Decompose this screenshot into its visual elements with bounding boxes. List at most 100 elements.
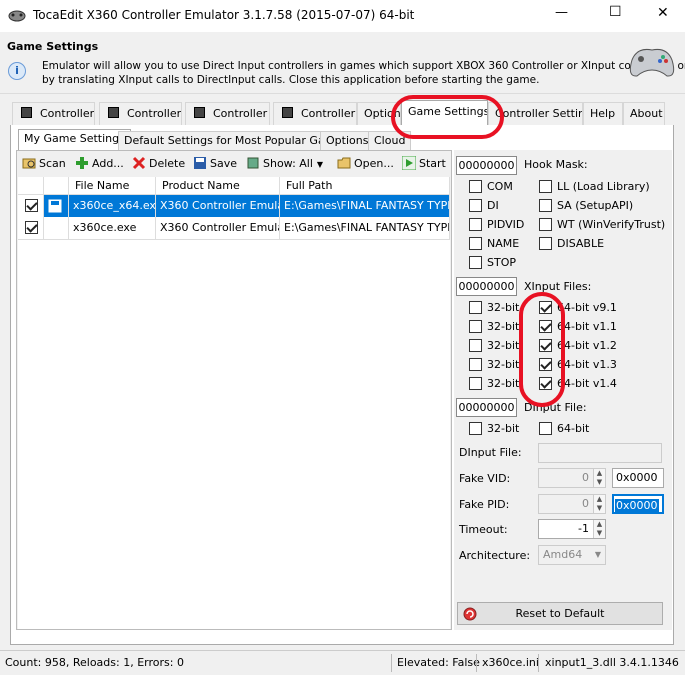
add-button[interactable]: Add... — [75, 155, 124, 173]
reset-to-default-button[interactable]: Reset to Default — [457, 602, 663, 625]
scan-label: Scan — [39, 157, 66, 170]
column-header-full-path[interactable]: Full Path — [280, 177, 450, 195]
save-label: Save — [210, 157, 238, 170]
subtab-my-game-settings[interactable]: My Game Settings — [18, 129, 131, 151]
fake-vid-hex-input[interactable]: 0x0000 — [612, 468, 664, 488]
row-enabled-checkbox[interactable] — [25, 199, 38, 212]
start-button[interactable]: Start — [402, 155, 446, 173]
fake-pid-spinner[interactable]: ▲ ▼ — [593, 495, 605, 513]
dinput-file-input[interactable] — [538, 443, 662, 463]
open-label: Open... — [354, 157, 394, 170]
hook-mask-field[interactable]: 00000000 — [456, 156, 517, 175]
xinput-32bit-checkbox-1[interactable] — [469, 301, 482, 314]
close-button[interactable]: ✕ — [657, 5, 669, 21]
fake-pid-label: Fake PID: — [459, 498, 510, 511]
xinput-32bit-label: 32-bit — [487, 301, 520, 314]
tab-controller-1[interactable]: Controller 1 — [12, 102, 95, 125]
tab-label: Controller 4 — [301, 107, 356, 120]
row-full-path: E:\Games\FINAL FANTASY TYPE — [280, 217, 450, 239]
row-file-name: x360ce.exe — [69, 217, 156, 239]
subtab-default-settings[interactable]: Default Settings for Most Popular Games — [118, 131, 354, 151]
column-header-product-name[interactable]: Product Name — [156, 177, 280, 195]
fake-vid-input[interactable]: 0 ▲ ▼ — [538, 468, 606, 488]
column-header-file-name[interactable]: File Name — [69, 177, 156, 195]
header-description-1: Emulator will allow you to use Direct In… — [42, 60, 685, 72]
hook-name-checkbox[interactable] — [469, 237, 482, 250]
chevron-down-icon: ▼ — [594, 550, 601, 559]
architecture-dropdown[interactable]: Amd64 ▼ — [538, 545, 606, 565]
row-icon-cell — [44, 217, 69, 239]
window-title: TocaEdit X360 Controller Emulator 3.1.7.… — [33, 8, 415, 22]
xinput-64bit-label: 64-bit v9.1 — [557, 301, 617, 314]
save-button[interactable]: Save — [193, 155, 237, 173]
xinput-files-label: XInput Files: — [524, 280, 592, 293]
save-icon — [194, 157, 206, 169]
hook-disable-checkbox[interactable] — [539, 237, 552, 250]
minimize-button[interactable]: — — [555, 5, 568, 20]
tab-help[interactable]: Help — [583, 102, 623, 125]
xinput-32bit-label: 32-bit — [487, 320, 520, 333]
timeout-value: -1 — [578, 522, 589, 535]
chevron-down-icon: ▼ — [316, 160, 324, 169]
xinput-mask-field[interactable]: 00000000 — [456, 277, 517, 296]
tab-label: Controller 3 — [213, 107, 269, 120]
dinput-64bit-label: 64-bit — [557, 422, 590, 435]
gamepad-logo-icon — [629, 49, 675, 77]
maximize-button[interactable]: ☐ — [609, 4, 622, 20]
xinput-32bit-checkbox-4[interactable] — [469, 358, 482, 371]
scan-button[interactable]: Scan — [22, 155, 66, 173]
xinput-32bit-label: 32-bit — [487, 339, 520, 352]
row-file-name: x360ce_x64.exe — [69, 195, 156, 217]
row-checkbox-cell — [18, 195, 44, 217]
xinput-32bit-checkbox-2[interactable] — [469, 320, 482, 333]
tab-controller-3[interactable]: Controller 3 — [185, 102, 270, 125]
hook-wt-checkbox[interactable] — [539, 218, 552, 231]
fake-pid-hex-input[interactable]: 0x0000 — [612, 494, 664, 514]
add-label: Add... — [92, 157, 124, 170]
header-title: Game Settings — [7, 40, 99, 53]
row-enabled-checkbox[interactable] — [25, 221, 38, 234]
dinput-mask-field[interactable]: 00000000 — [456, 398, 517, 417]
xinput-64bit-label: 64-bit v1.3 — [557, 358, 617, 371]
fake-vid-label: Fake VID: — [459, 472, 511, 485]
tab-controller-2[interactable]: Controller 2 — [99, 102, 182, 125]
hook-pidvid-label: PIDVID — [487, 218, 525, 231]
hook-stop-checkbox[interactable] — [469, 256, 482, 269]
subtab-options[interactable]: Options — [320, 131, 375, 151]
fake-vid-spinner[interactable]: ▲ ▼ — [593, 469, 605, 487]
reset-icon — [463, 607, 477, 621]
fake-pid-input[interactable]: 0 ▲ ▼ — [538, 494, 606, 514]
hook-di-checkbox[interactable] — [469, 199, 482, 212]
timeout-input[interactable]: -1 ▲ ▼ — [538, 519, 606, 539]
show-filter-dropdown[interactable]: Show: All ▼ — [246, 155, 323, 173]
xinput-32bit-checkbox-5[interactable] — [469, 377, 482, 390]
tab-controller-4[interactable]: Controller 4 — [273, 102, 357, 125]
hook-pidvid-checkbox[interactable] — [469, 218, 482, 231]
dinput-32bit-label: 32-bit — [487, 422, 520, 435]
annotation-circle-checkboxes — [519, 292, 565, 407]
scan-icon — [22, 158, 36, 169]
fake-vid-value: 0 — [582, 471, 589, 484]
play-icon — [402, 156, 416, 170]
timeout-spinner[interactable]: ▲ ▼ — [593, 520, 605, 538]
save-icon — [48, 199, 62, 213]
header-description-2: by translating XInput calls to DirectInp… — [42, 74, 540, 86]
folder-icon — [337, 157, 351, 169]
architecture-label: Architecture: — [459, 549, 531, 562]
hook-sa-checkbox[interactable] — [539, 199, 552, 212]
hook-name-label: NAME — [487, 237, 520, 250]
hook-ll-checkbox[interactable] — [539, 180, 552, 193]
delete-button[interactable]: Delete — [132, 155, 185, 173]
column-header-check — [18, 177, 44, 195]
tab-about[interactable]: About — [623, 102, 665, 125]
xinput-32bit-label: 32-bit — [487, 358, 520, 371]
open-button[interactable]: Open... — [337, 155, 394, 173]
xinput-32bit-checkbox-3[interactable] — [469, 339, 482, 352]
row-icon-cell — [44, 195, 69, 217]
tab-label: Controller 2 — [127, 107, 182, 120]
show-label: Show: All — [263, 157, 313, 170]
dinput-64bit-checkbox[interactable] — [539, 422, 552, 435]
hook-com-checkbox[interactable] — [469, 180, 482, 193]
dinput-32bit-checkbox[interactable] — [469, 422, 482, 435]
dinput-file-field-label: DInput File: — [459, 446, 522, 459]
